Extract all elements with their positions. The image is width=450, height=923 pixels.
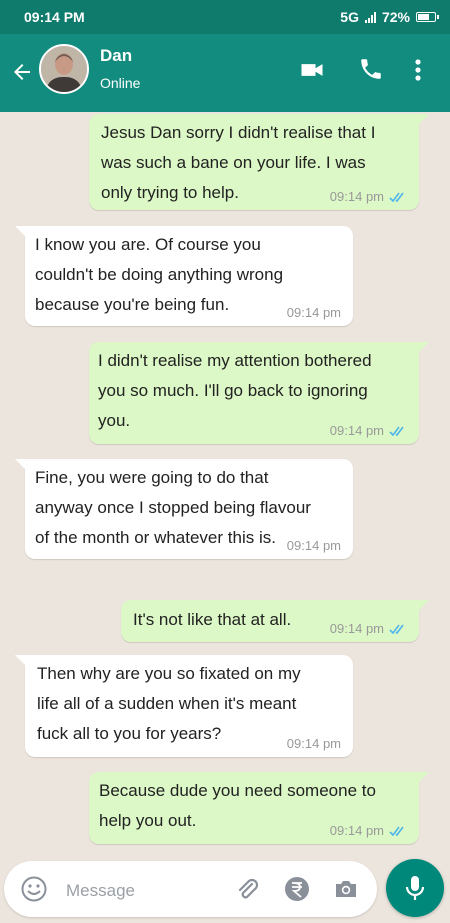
message-time: 09:14 pm [286,305,341,320]
message-bubble-incoming[interactable]: Fine, you were going to do that anyway o… [15,459,353,559]
message-bubble-outgoing[interactable]: Jesus Dan sorry I didn't realise that I … [89,114,429,210]
message-meta: 09:14 pm [330,190,407,204]
battery-fill [418,14,429,20]
message-meta: 09:14 pm [330,622,407,636]
read-ticks-icon [389,426,404,436]
message-time: 09:14 pm [286,736,341,751]
message-composer: Message [0,857,450,923]
status-bar: 09:14 PM 5G 72% [0,0,450,34]
message-time: 09:14 pm [329,423,384,438]
video-call-icon[interactable] [298,56,326,89]
contact-status: Online [100,75,141,91]
phone-icon[interactable] [358,56,384,87]
microphone-button[interactable] [386,859,444,917]
read-ticks-icon [389,192,404,202]
message-time: 09:14 pm [329,621,384,636]
message-meta: 09:14 pm [287,306,341,320]
more-options-icon[interactable] [414,56,422,89]
status-indicators: 5G 72% [340,9,439,25]
message-list[interactable]: Jesus Dan sorry I didn't realise that I … [0,112,450,857]
status-time: 09:14 PM [24,9,85,25]
read-ticks-icon [389,624,404,634]
message-meta: 09:14 pm [330,824,407,838]
message-time: 09:14 pm [329,189,384,204]
read-ticks-icon [389,826,404,836]
attachment-icon[interactable] [233,875,261,908]
message-meta: 09:14 pm [287,737,341,751]
battery-icon [416,12,439,22]
message-time: 09:14 pm [286,538,341,553]
avatar[interactable] [39,44,89,94]
message-bubble-outgoing[interactable]: Because dude you need someone to help yo… [89,772,429,844]
message-bubble-incoming[interactable]: I know you are. Of course you couldn't b… [15,226,353,326]
message-bubble-outgoing[interactable]: I didn't realise my attention bothered y… [89,342,429,444]
signal-icon [364,11,376,23]
message-input[interactable]: Message [4,861,377,917]
emoji-icon[interactable] [20,875,48,908]
message-meta: 09:14 pm [287,539,341,553]
message-bubble-incoming[interactable]: Then why are you so fixated on my life a… [15,655,353,757]
message-time: 09:14 pm [329,823,384,838]
rupee-payment-icon[interactable] [283,875,311,908]
message-placeholder[interactable]: Message [66,881,135,901]
back-arrow-icon[interactable] [10,60,34,89]
chat-header: Dan Online [0,34,450,112]
message-bubble-outgoing[interactable]: It's not like that at all. 09:14 pm [121,600,429,642]
network-type: 5G [340,9,359,25]
microphone-icon [405,876,425,900]
battery-percent: 72% [381,9,410,25]
camera-icon[interactable] [332,875,360,908]
contact-name[interactable]: Dan [100,46,132,66]
message-meta: 09:14 pm [330,424,407,438]
